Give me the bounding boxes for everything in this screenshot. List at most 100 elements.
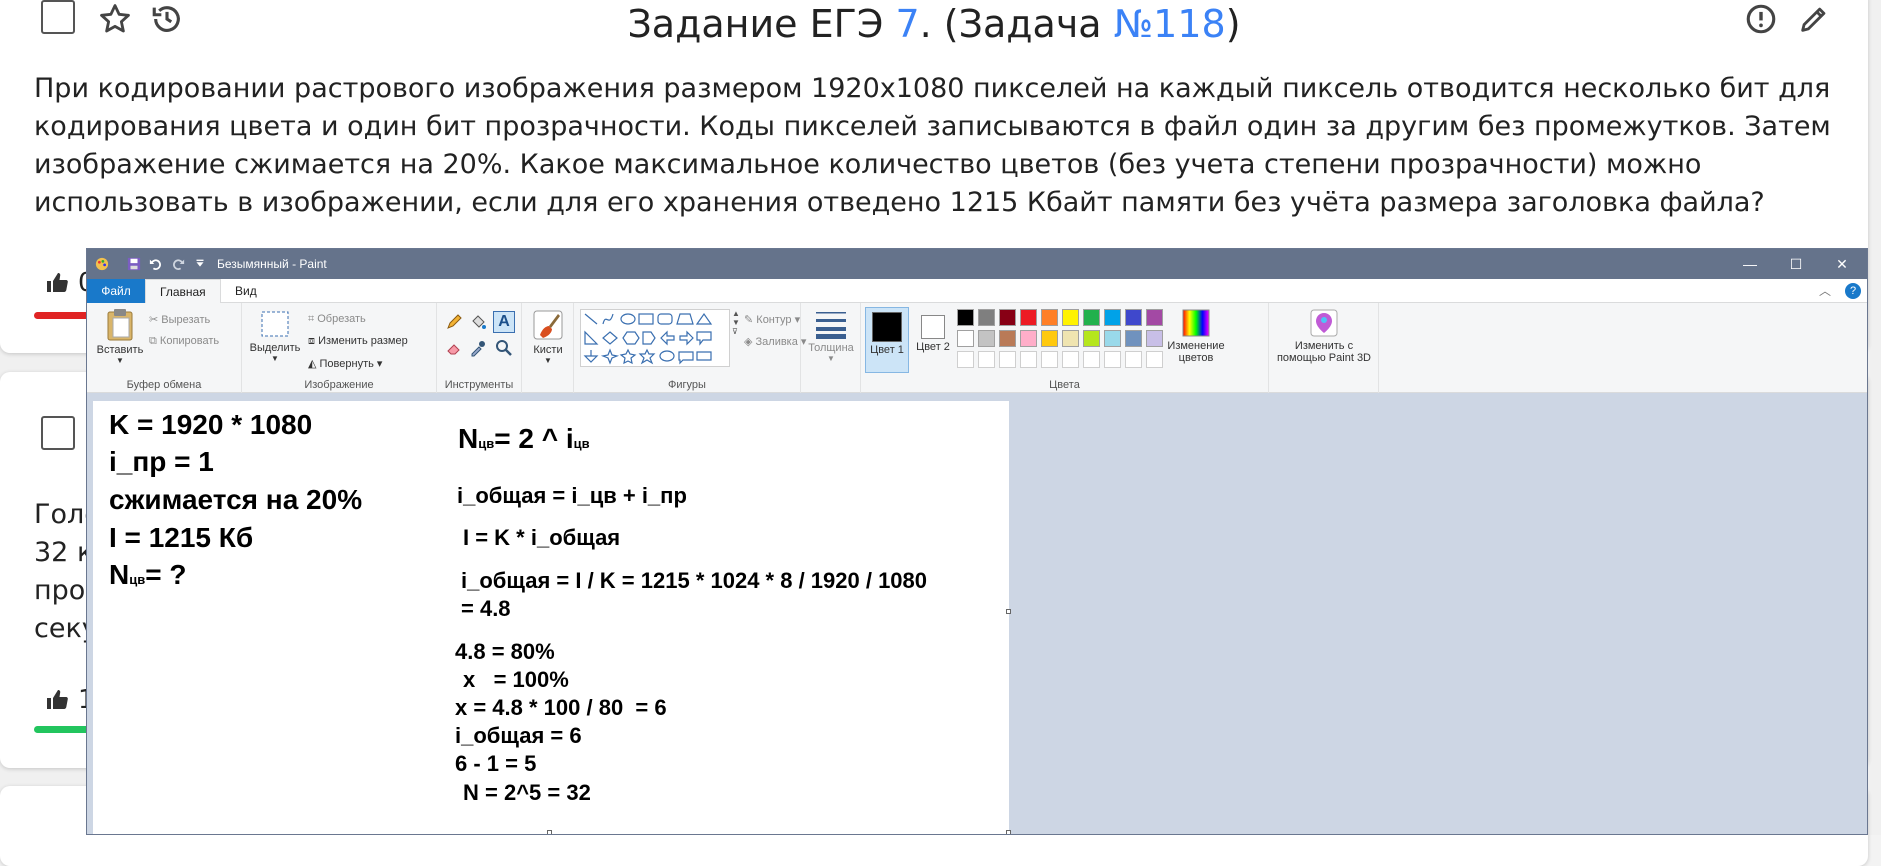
canvas-area[interactable]: K = 1920 * 1080 i_пр = 1 сжимается на 20… (87, 393, 1867, 834)
outline-label: Контур (756, 314, 792, 326)
drawing-canvas[interactable]: K = 1920 * 1080 i_пр = 1 сжимается на 20… (93, 401, 1009, 834)
eraser-icon[interactable] (445, 339, 463, 357)
ribbon-tabs: Файл Главная Вид ︿ ? (87, 279, 1867, 303)
palette-swatch[interactable] (1146, 330, 1163, 347)
text-tool-icon[interactable]: A (493, 311, 515, 333)
title-prefix: Задание ЕГЭ (627, 2, 896, 46)
palette-swatch[interactable] (1020, 330, 1037, 347)
size-dropdown-icon[interactable]: ▼ (803, 354, 859, 363)
customize-quick-access-icon[interactable] (193, 257, 207, 271)
thumbs-up-icon-2[interactable] (44, 688, 70, 712)
maximize-button[interactable]: ☐ (1773, 252, 1819, 276)
palette-swatch[interactable] (1020, 309, 1037, 326)
undo-icon[interactable] (149, 257, 163, 271)
palette-swatch[interactable] (978, 309, 995, 326)
color1-label: Цвет 1 (870, 344, 904, 356)
palette-swatch[interactable] (1041, 309, 1058, 326)
palette-swatch[interactable] (1125, 351, 1142, 368)
color2-button[interactable]: Цвет 2 (913, 307, 953, 373)
paint3d-label: Изменить с помощью Paint 3D (1276, 340, 1372, 364)
paint3d-button[interactable]: Изменить с помощью Paint 3D (1273, 309, 1375, 364)
redo-icon[interactable] (171, 257, 185, 271)
palette-swatch[interactable] (978, 351, 995, 368)
palette-swatch[interactable] (1104, 330, 1121, 347)
shapes-gallery[interactable] (580, 309, 730, 367)
canvas-right-line-10: N = 2^5 = 32 (463, 780, 591, 805)
cut-button[interactable]: ✂ Вырезать (149, 313, 210, 326)
palette-swatch[interactable] (1083, 351, 1100, 368)
palette-swatch[interactable] (1104, 309, 1121, 326)
paste-icon (107, 309, 133, 341)
resize-handle-bottom[interactable] (547, 830, 552, 834)
report-icon[interactable] (1744, 2, 1778, 36)
palette-swatch[interactable] (1041, 330, 1058, 347)
palette-swatch[interactable] (1020, 351, 1037, 368)
palette-swatch[interactable] (1041, 351, 1058, 368)
palette-swatch[interactable] (957, 330, 974, 347)
shapes-scroll-icon[interactable]: ▲ ▼ ⊽ (732, 309, 740, 336)
help-icon[interactable]: ? (1845, 283, 1861, 299)
tab-file[interactable]: Файл (87, 279, 145, 303)
save-icon[interactable] (127, 257, 141, 271)
palette-swatch[interactable] (1146, 351, 1163, 368)
palette-swatch[interactable] (999, 330, 1016, 347)
palette-swatch[interactable] (1062, 330, 1079, 347)
title-bar[interactable]: Безымянный - Paint — ☐ ✕ (87, 249, 1867, 279)
collapse-ribbon-icon[interactable]: ︿ (1819, 282, 1831, 299)
canvas-right-line-1: i_общая = i_цв + i_пр (457, 483, 687, 508)
brushes-dropdown-icon[interactable]: ▼ (524, 356, 572, 365)
palette-swatch[interactable] (978, 330, 995, 347)
window-title: Безымянный - Paint (217, 257, 327, 271)
tab-home[interactable]: Главная (145, 279, 221, 303)
palette-swatch[interactable] (957, 309, 974, 326)
fill-icon[interactable] (469, 313, 487, 331)
thumbs-up-icon[interactable] (44, 271, 70, 295)
resize-handle-corner[interactable] (1006, 830, 1011, 834)
palette-swatch[interactable] (1104, 351, 1121, 368)
crop-button[interactable]: ⌗ Обрезать (308, 313, 366, 326)
formula-i-sub: цв (573, 436, 590, 451)
palette-swatch[interactable] (957, 351, 974, 368)
resize-handle-right[interactable] (1006, 609, 1011, 614)
magnifier-icon[interactable] (495, 339, 513, 357)
pencil-icon[interactable] (445, 313, 463, 331)
edit-colors-button[interactable]: Изменение цветов (1165, 309, 1227, 364)
select-dropdown-icon[interactable]: ▼ (246, 354, 304, 363)
resize-button[interactable]: ⧈ Изменить размер (308, 335, 408, 348)
fill-button[interactable]: ◈ Заливка ▾ (744, 335, 806, 348)
colors-group-label: Цвета (1049, 379, 1080, 391)
task-id-link[interactable]: №118 (1114, 2, 1226, 46)
tab-view[interactable]: Вид (221, 279, 271, 303)
crop-label: Обрезать (317, 313, 366, 325)
palette-swatch[interactable] (1125, 309, 1142, 326)
palette-swatch[interactable] (1083, 309, 1100, 326)
palette-swatch[interactable] (1125, 330, 1142, 347)
task-checkbox-2[interactable] (41, 416, 75, 450)
task-text: При кодировании растрового изображения р… (34, 73, 1831, 218)
paste-dropdown-icon[interactable]: ▼ (91, 356, 149, 365)
outline-button[interactable]: ✎ Контур ▾ (744, 313, 800, 326)
task-type-link[interactable]: 7 (895, 2, 919, 46)
color-picker-icon[interactable] (469, 339, 487, 357)
canvas-right-line-3: i_общая = I / K = 1215 * 1024 * 8 / 1920… (461, 568, 928, 593)
formula-n: N (458, 423, 479, 454)
canvas-right-line-6: x = 100% (463, 667, 569, 692)
copy-button[interactable]: ⧉ Копировать (149, 335, 219, 348)
close-button[interactable]: ✕ (1819, 252, 1865, 276)
task-title: Задание ЕГЭ 7. (Задача №118) (0, 2, 1868, 46)
edit-icon[interactable] (1797, 2, 1831, 36)
select-button[interactable]: Выделить ▼ (246, 309, 304, 363)
color1-button[interactable]: Цвет 1 (865, 307, 909, 373)
palette-swatch[interactable] (1062, 309, 1079, 326)
minimize-button[interactable]: — (1727, 252, 1773, 276)
palette-swatch[interactable] (999, 309, 1016, 326)
rotate-button[interactable]: ◭ Повернуть ▾ (308, 357, 382, 370)
palette-swatch[interactable] (999, 351, 1016, 368)
size-button[interactable]: Толщина ▼ (803, 309, 859, 363)
palette-swatch[interactable] (1083, 330, 1100, 347)
brushes-button[interactable]: Кисти ▼ (524, 309, 572, 365)
paste-button[interactable]: Вставить ▼ (91, 307, 149, 365)
task2-line-2: 32 к (34, 537, 94, 568)
palette-swatch[interactable] (1146, 309, 1163, 326)
palette-swatch[interactable] (1062, 351, 1079, 368)
